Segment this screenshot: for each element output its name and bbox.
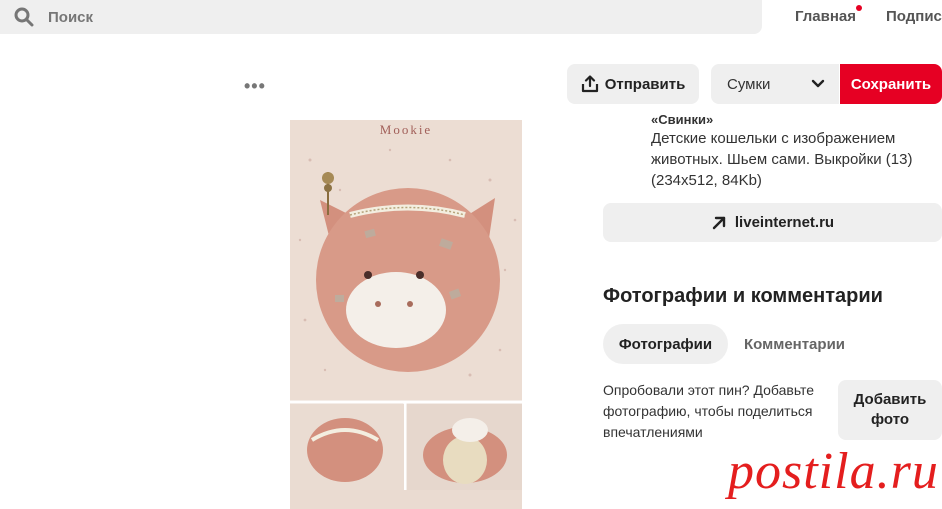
nav-subscriptions-link[interactable]: Подпис [886,8,942,25]
search-input[interactable] [48,8,648,26]
top-bar: Главная Подпис [0,0,942,36]
add-photo-button[interactable]: Добавить фото [838,380,942,440]
send-button[interactable]: Отправить [567,64,699,104]
send-button-label: Отправить [604,75,686,93]
watermark-text: postila.ru [728,443,939,500]
pin-image-title: Mookie [380,122,432,137]
chevron-down-icon [811,79,825,88]
tab-comments[interactable]: Комментарии [744,336,845,353]
board-select[interactable]: Сумки [711,64,839,104]
search-icon [14,7,34,27]
pin-description: Детские кошельки с изображением животных… [651,130,913,189]
save-button[interactable]: Сохранить [840,64,942,104]
notification-dot [856,5,862,11]
search-bar[interactable] [0,0,762,34]
pin-image[interactable]: Mookie [290,120,522,509]
pig-purse-illustration: Mookie [290,120,522,509]
more-options-button[interactable]: ••• [244,76,266,97]
source-link-label: liveinternet.ru [734,214,835,231]
photos-comments-heading: Фотографии и комментарии [603,285,883,307]
arrow-up-right-icon [712,216,726,229]
pin-title: «Свинки» [651,112,714,124]
nav-home-link[interactable]: Главная [795,8,856,25]
add-photo-prompt: Опробовали этот пин? Добавьте фотографию… [603,382,815,440]
source-link-button[interactable]: liveinternet.ru [603,203,942,242]
watermark: postila.ru [722,442,939,501]
board-select-value: Сумки [727,75,771,93]
tab-photos[interactable]: Фотографии [603,324,728,364]
share-icon [581,75,598,93]
